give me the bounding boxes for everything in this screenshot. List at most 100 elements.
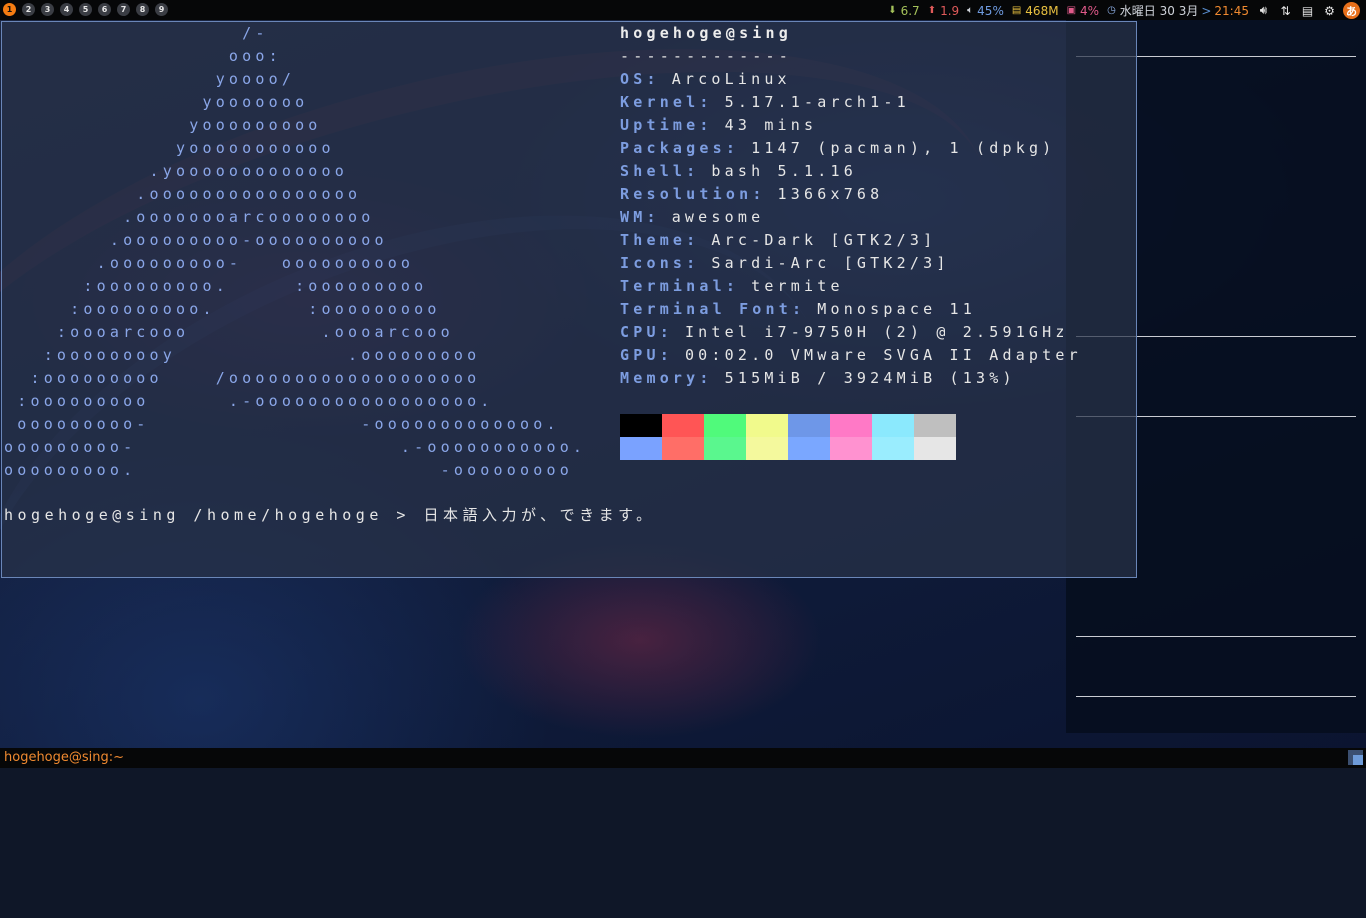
info-line-uptime: Uptime: 43 mins bbox=[620, 114, 1082, 137]
logo-line: .ooooooooo-oooooooooo bbox=[4, 231, 388, 249]
info-value: bash 5.1.16 bbox=[711, 162, 857, 180]
info-value: Arc-Dark [GTK2/3] bbox=[711, 231, 937, 249]
info-value: 43 mins bbox=[724, 116, 818, 134]
info-colon: : bbox=[725, 139, 740, 157]
info-value: 00:02.0 VMware SVGA II Adapter bbox=[684, 346, 1082, 364]
info-value: 5.17.1-arch1-1 bbox=[724, 93, 910, 111]
ime-indicator-icon[interactable]: あ bbox=[1343, 2, 1360, 19]
info-underline: ------------- bbox=[620, 47, 792, 65]
palette-swatch bbox=[662, 437, 704, 460]
shell-prompt[interactable]: hogehoge@sing /home/hogehoge > 日本語入力が、でき… bbox=[4, 504, 656, 527]
logo-line: :ooooooooo. :ooooooooo bbox=[4, 277, 428, 295]
info-colon: : bbox=[686, 162, 700, 180]
palette-swatch bbox=[704, 414, 746, 437]
logo-line: :ooooooooy .ooooooooo bbox=[4, 346, 481, 364]
palette-swatch bbox=[872, 414, 914, 437]
cpu-widget[interactable]: ▣ 4% bbox=[1067, 4, 1100, 18]
info-value: ArcoLinux bbox=[671, 70, 791, 88]
tag-3[interactable]: 3 bbox=[41, 3, 54, 16]
top-wibar: 123456789 ⬇ 6.7 ⬆ 1.9 🔈︎ 45% ▤ 468M ▣ 4%… bbox=[0, 0, 1366, 20]
bottom-tasklist-bar: hogehoge@sing:~ bbox=[0, 748, 1366, 768]
info-colon: : bbox=[686, 231, 700, 249]
tag-9[interactable]: 9 bbox=[155, 3, 168, 16]
panel-divider bbox=[1076, 636, 1356, 637]
info-key: GPU bbox=[620, 346, 660, 364]
info-colon: : bbox=[659, 323, 673, 341]
logo-line: yooooooooooo bbox=[4, 139, 335, 157]
panel-divider bbox=[1076, 696, 1356, 697]
info-line-resolution: Resolution: 1366x768 bbox=[620, 183, 1082, 206]
logo-line: :ooooooooo /ooooooooooooooooooo bbox=[4, 369, 481, 387]
info-line-cpu: CPU: Intel i7-9750H (2) @ 2.591GHz bbox=[620, 321, 1082, 344]
clipboard-tray-icon[interactable]: ▤ bbox=[1300, 3, 1315, 18]
tag-5[interactable]: 5 bbox=[79, 3, 92, 16]
info-colon: : bbox=[699, 93, 713, 111]
volume-value: 45% bbox=[977, 3, 1004, 18]
down-arrow-icon: ⬇ bbox=[888, 5, 897, 16]
time-value: 21:45 bbox=[1214, 3, 1249, 18]
tag-2[interactable]: 2 bbox=[22, 3, 35, 16]
clock-widget[interactable]: ◷ 水曜日 30 3月 > 21:45 bbox=[1107, 2, 1249, 19]
info-line-terminal: Terminal: termite bbox=[620, 275, 1082, 298]
palette-swatch bbox=[746, 414, 788, 437]
info-key: WM bbox=[620, 208, 647, 226]
cpu-value: 4% bbox=[1080, 3, 1100, 18]
info-key: CPU bbox=[620, 323, 660, 341]
up-arrow-icon: ⬆ bbox=[927, 5, 937, 16]
clock-separator: > bbox=[1201, 3, 1212, 18]
logo-line: :ooooooooo .-ooooooooooooooooo. bbox=[4, 392, 494, 410]
memory-widget[interactable]: ▤ 468M bbox=[1012, 4, 1059, 18]
info-colon: : bbox=[699, 369, 713, 387]
info-colon: : bbox=[659, 346, 673, 364]
settings-gear-icon[interactable]: ⚙ bbox=[1322, 3, 1337, 18]
net-down-widget[interactable]: ⬇ 6.7 bbox=[888, 4, 919, 18]
logo-line: ooo: bbox=[4, 47, 282, 65]
layout-box-icon[interactable] bbox=[1348, 750, 1363, 765]
taglist: 123456789 bbox=[3, 3, 168, 16]
cpu-icon: ▣ bbox=[1066, 5, 1077, 16]
info-colon: : bbox=[699, 116, 713, 134]
info-title: hogehoge@sing bbox=[620, 24, 792, 42]
info-key: Resolution bbox=[620, 185, 753, 203]
color-palette bbox=[620, 414, 956, 460]
volume-icon: 🔈︎ bbox=[967, 5, 974, 16]
network-tray-icon[interactable]: ⇅ bbox=[1278, 3, 1293, 18]
info-key: Packages bbox=[620, 139, 726, 157]
info-line-shell: Shell: bash 5.1.16 bbox=[620, 160, 1082, 183]
logo-line: .oooooooarcoooooooo bbox=[4, 208, 375, 226]
info-value: awesome bbox=[671, 208, 765, 226]
tag-4[interactable]: 4 bbox=[60, 3, 73, 16]
neofetch-info: hogehoge@sing ------------- OS: ArcoLinux… bbox=[620, 22, 1082, 390]
palette-swatch bbox=[746, 437, 788, 460]
tag-7[interactable]: 7 bbox=[117, 3, 130, 16]
info-line-theme: Theme: Arc-Dark [GTK2/3] bbox=[620, 229, 1082, 252]
logo-line: .oooooooooooooooo bbox=[4, 185, 362, 203]
tag-1[interactable]: 1 bbox=[3, 3, 16, 16]
info-key: Memory bbox=[620, 369, 700, 387]
date-value: 水曜日 30 3月 bbox=[1119, 4, 1199, 18]
info-key: Terminal Font bbox=[620, 300, 792, 318]
tag-8[interactable]: 8 bbox=[136, 3, 149, 16]
info-colon: : bbox=[792, 300, 806, 318]
info-key: Uptime bbox=[620, 116, 700, 134]
speaker-tray-icon[interactable]: 🔊︎ bbox=[1256, 3, 1271, 18]
info-line-packages: Packages: 1147 (pacman), 1 (dpkg) bbox=[620, 137, 1082, 160]
info-key: Icons bbox=[620, 254, 687, 272]
logo-line: .yooooooooooooo bbox=[4, 162, 348, 180]
logo-line: yooooooooo bbox=[4, 116, 322, 134]
info-value: Monospace 11 bbox=[817, 300, 977, 318]
info-value: Sardi-Arc [GTK2/3] bbox=[711, 254, 950, 272]
logo-line: .ooooooooo- oooooooooo bbox=[4, 254, 415, 272]
info-value: 515MiB / 3924MiB (13%) bbox=[724, 369, 1016, 387]
palette-swatch bbox=[662, 414, 704, 437]
info-line-memory: Memory: 515MiB / 3924MiB (13%) bbox=[620, 367, 1082, 390]
terminal-window[interactable]: /- ooo: yoooo/ yooooooo yooooooooo yoooo… bbox=[1, 21, 1137, 578]
info-value: 1366x768 bbox=[777, 185, 884, 203]
memory-icon: ▤ bbox=[1011, 5, 1022, 16]
palette-swatch bbox=[704, 437, 746, 460]
tag-6[interactable]: 6 bbox=[98, 3, 111, 16]
info-colon: : bbox=[686, 254, 700, 272]
volume-widget[interactable]: 🔈︎ 45% bbox=[967, 4, 1004, 18]
net-up-widget[interactable]: ⬆ 1.9 bbox=[928, 4, 959, 18]
tasklist-item[interactable]: hogehoge@sing:~ bbox=[4, 750, 124, 765]
